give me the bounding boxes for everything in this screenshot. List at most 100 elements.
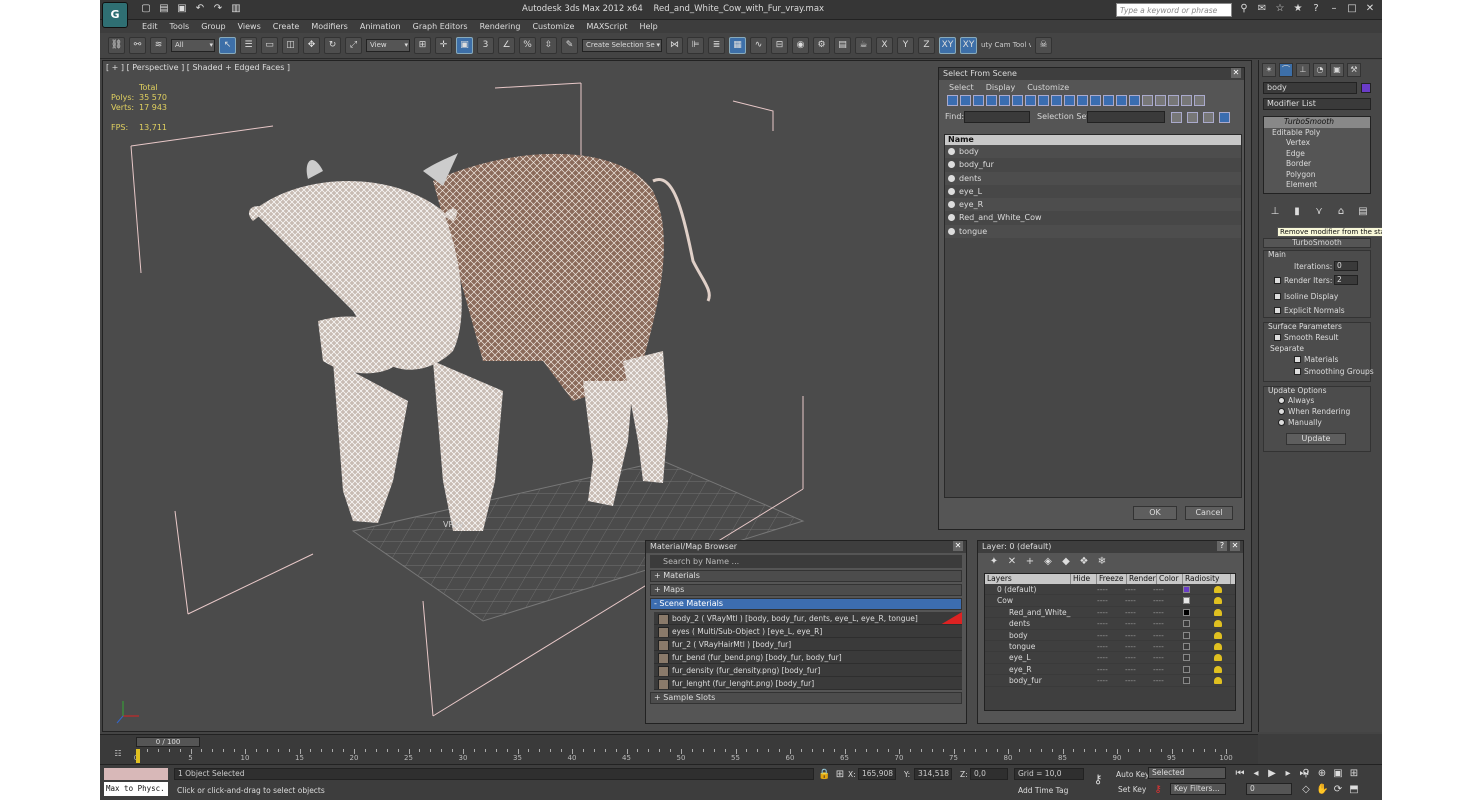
toggle-dash[interactable]: ---- <box>1125 641 1136 652</box>
cancel-button[interactable]: Cancel <box>1185 506 1233 520</box>
render-production-icon[interactable]: ☕ <box>855 37 872 54</box>
menu-views[interactable]: Views <box>232 20 267 33</box>
time-slider[interactable]: 0 / 100 <box>136 737 200 747</box>
material-item[interactable]: body_2 ( VRayMtl ) [body, body_fur, dent… <box>654 612 962 625</box>
manipulate-icon[interactable]: ✛ <box>435 37 452 54</box>
close-icon[interactable]: ✕ <box>953 541 963 551</box>
list-item[interactable]: tongue <box>945 224 1241 239</box>
named-selection-set-dropdown[interactable]: Create Selection Se <box>582 39 662 52</box>
stack-item-border[interactable]: Border <box>1264 159 1370 170</box>
stack-item-edge[interactable]: Edge <box>1264 149 1370 160</box>
list-item[interactable]: eye_R <box>945 198 1241 212</box>
key-mode-icon[interactable]: ⚷ <box>1092 773 1104 785</box>
material-editor-icon[interactable]: ◉ <box>792 37 809 54</box>
minimize-icon[interactable]: – <box>1328 3 1340 15</box>
mini-curve-editor-icon[interactable]: ☷ <box>106 749 130 763</box>
object-color-swatch[interactable] <box>1361 83 1371 93</box>
add-to-layer-icon[interactable]: + <box>1024 556 1036 568</box>
stack-item-turbosmooth[interactable]: TurboSmooth <box>1264 117 1370 128</box>
subscription-icon[interactable]: ✉ <box>1256 3 1268 15</box>
render-setup-icon[interactable]: ⚙ <box>813 37 830 54</box>
save-file-icon[interactable]: ▣ <box>176 3 188 15</box>
zoom-icon[interactable]: ⚲ <box>1300 768 1312 780</box>
menu-graph-editors[interactable]: Graph Editors <box>407 20 474 33</box>
layer-color-swatch[interactable] <box>1183 586 1190 593</box>
rectangular-selection-icon[interactable]: ▭ <box>261 37 278 54</box>
reference-coordinate-dropdown[interactable]: View <box>366 39 410 52</box>
mirror-icon[interactable]: ⋈ <box>666 37 683 54</box>
create-tab-icon[interactable]: ✶ <box>1262 63 1276 77</box>
radiosity-bulb-icon[interactable] <box>1214 654 1222 662</box>
ok-button[interactable]: OK <box>1133 506 1177 520</box>
toggle-dash[interactable]: ---- <box>1153 595 1164 606</box>
iterations-spinner[interactable]: 0 <box>1334 261 1358 271</box>
display-geometry-icon[interactable] <box>947 95 958 106</box>
delete-layer-icon[interactable]: ✕ <box>1006 556 1018 568</box>
explicit-normals-checkbox[interactable] <box>1274 307 1281 314</box>
play-icon[interactable]: ▶ <box>1266 768 1278 780</box>
layer-color-swatch[interactable] <box>1183 597 1190 605</box>
current-frame-marker[interactable] <box>136 749 140 763</box>
modify-tab-icon[interactable]: ⌒ <box>1279 63 1293 77</box>
graphite-ribbon-icon[interactable]: ▦ <box>729 37 746 54</box>
z-coordinate-field[interactable]: 0,0 <box>970 768 1008 780</box>
material-search-input[interactable]: Search by Name ... <box>650 555 962 568</box>
display-shapes-icon[interactable] <box>960 95 971 106</box>
radiosity-bulb-icon[interactable] <box>1214 665 1222 673</box>
maximize-viewport-icon[interactable]: ⬒ <box>1348 784 1360 796</box>
modifier-list-dropdown[interactable]: Modifier List <box>1263 98 1371 110</box>
orbit-icon[interactable]: ⟳ <box>1332 784 1344 796</box>
toggle-dash[interactable]: ---- <box>1153 607 1164 618</box>
redo-icon[interactable]: ↷ <box>212 3 224 15</box>
menu-tools[interactable]: Tools <box>164 20 196 33</box>
toggle-dash[interactable]: ---- <box>1097 607 1108 618</box>
smoothing-groups-checkbox[interactable] <box>1294 368 1301 375</box>
edit-named-selection-icon[interactable]: ✎ <box>561 37 578 54</box>
selection-filter-dropdown[interactable]: All <box>171 39 215 52</box>
maximize-icon[interactable]: □ <box>1346 3 1358 15</box>
display-frozen-icon[interactable] <box>1077 95 1088 106</box>
zoom-extents-icon[interactable]: ▣ <box>1332 768 1344 780</box>
previous-frame-icon[interactable]: ◂ <box>1250 768 1262 780</box>
bind-space-warp-icon[interactable]: ≋ <box>150 37 167 54</box>
select-move-icon[interactable]: ✥ <box>303 37 320 54</box>
render-iters-spinner[interactable]: 2 <box>1334 275 1358 285</box>
key-filters-button[interactable]: Key Filters... <box>1170 783 1226 795</box>
display-bones-icon[interactable] <box>1051 95 1062 106</box>
radiosity-bulb-icon[interactable] <box>1214 586 1222 593</box>
layer-row[interactable]: Red_and_White_ ---- ---- ---- <box>985 607 1235 619</box>
toggle-dash[interactable]: ---- <box>1097 630 1108 641</box>
list-item[interactable]: body <box>945 145 1241 159</box>
percent-snap-icon[interactable]: % <box>519 37 536 54</box>
sort-icon[interactable] <box>1142 95 1153 106</box>
remove-modifier-icon[interactable]: ⌂ <box>1335 206 1347 218</box>
options-icon[interactable] <box>1194 95 1205 106</box>
layer-row[interactable]: eye_L ---- ---- ---- <box>985 652 1235 664</box>
sample-slots-rollout[interactable]: + Sample Slots <box>650 692 962 704</box>
keyboard-shortcut-override-icon[interactable]: ▣ <box>456 37 473 54</box>
close-icon[interactable]: ✕ <box>1364 3 1376 15</box>
menu-help[interactable]: Help <box>634 20 664 33</box>
display-none-icon[interactable] <box>1116 95 1127 106</box>
toggle-dash[interactable]: ---- <box>1153 664 1164 675</box>
link-icon[interactable]: ⛓ <box>108 37 125 54</box>
layer-row[interactable]: body_fur ---- ---- ---- <box>985 675 1235 687</box>
toggle-dash[interactable]: ---- <box>1125 630 1136 641</box>
add-time-tag-button[interactable]: Add Time Tag <box>1018 786 1068 795</box>
toggle-dash[interactable]: ---- <box>1097 675 1108 686</box>
field-of-view-icon[interactable]: ◇ <box>1300 784 1312 796</box>
toggle-dash[interactable]: ---- <box>1125 664 1136 675</box>
viewport-label[interactable]: [ + ] [ Perspective ] [ Shaded + Edged F… <box>106 63 290 72</box>
col-color[interactable]: Color <box>1157 574 1183 584</box>
layer-color-swatch[interactable] <box>1183 631 1190 639</box>
select-scale-icon[interactable]: ⤢ <box>345 37 362 54</box>
find-wildcard-icon[interactable] <box>1203 112 1214 123</box>
select-layer-objects-icon[interactable]: ◈ <box>1042 556 1054 568</box>
close-icon[interactable]: ✕ <box>1230 541 1240 551</box>
stack-item-editable-poly[interactable]: Editable Poly <box>1264 128 1370 139</box>
select-by-name-icon[interactable]: ☰ <box>240 37 257 54</box>
cam-tool-skull-icon[interactable]: ☠ <box>1035 37 1052 54</box>
material-item[interactable]: fur_2 ( VRayHairMtl ) [body_fur] <box>654 638 962 651</box>
zoom-all-icon[interactable]: ⊕ <box>1316 768 1328 780</box>
radiosity-bulb-icon[interactable] <box>1214 631 1222 639</box>
